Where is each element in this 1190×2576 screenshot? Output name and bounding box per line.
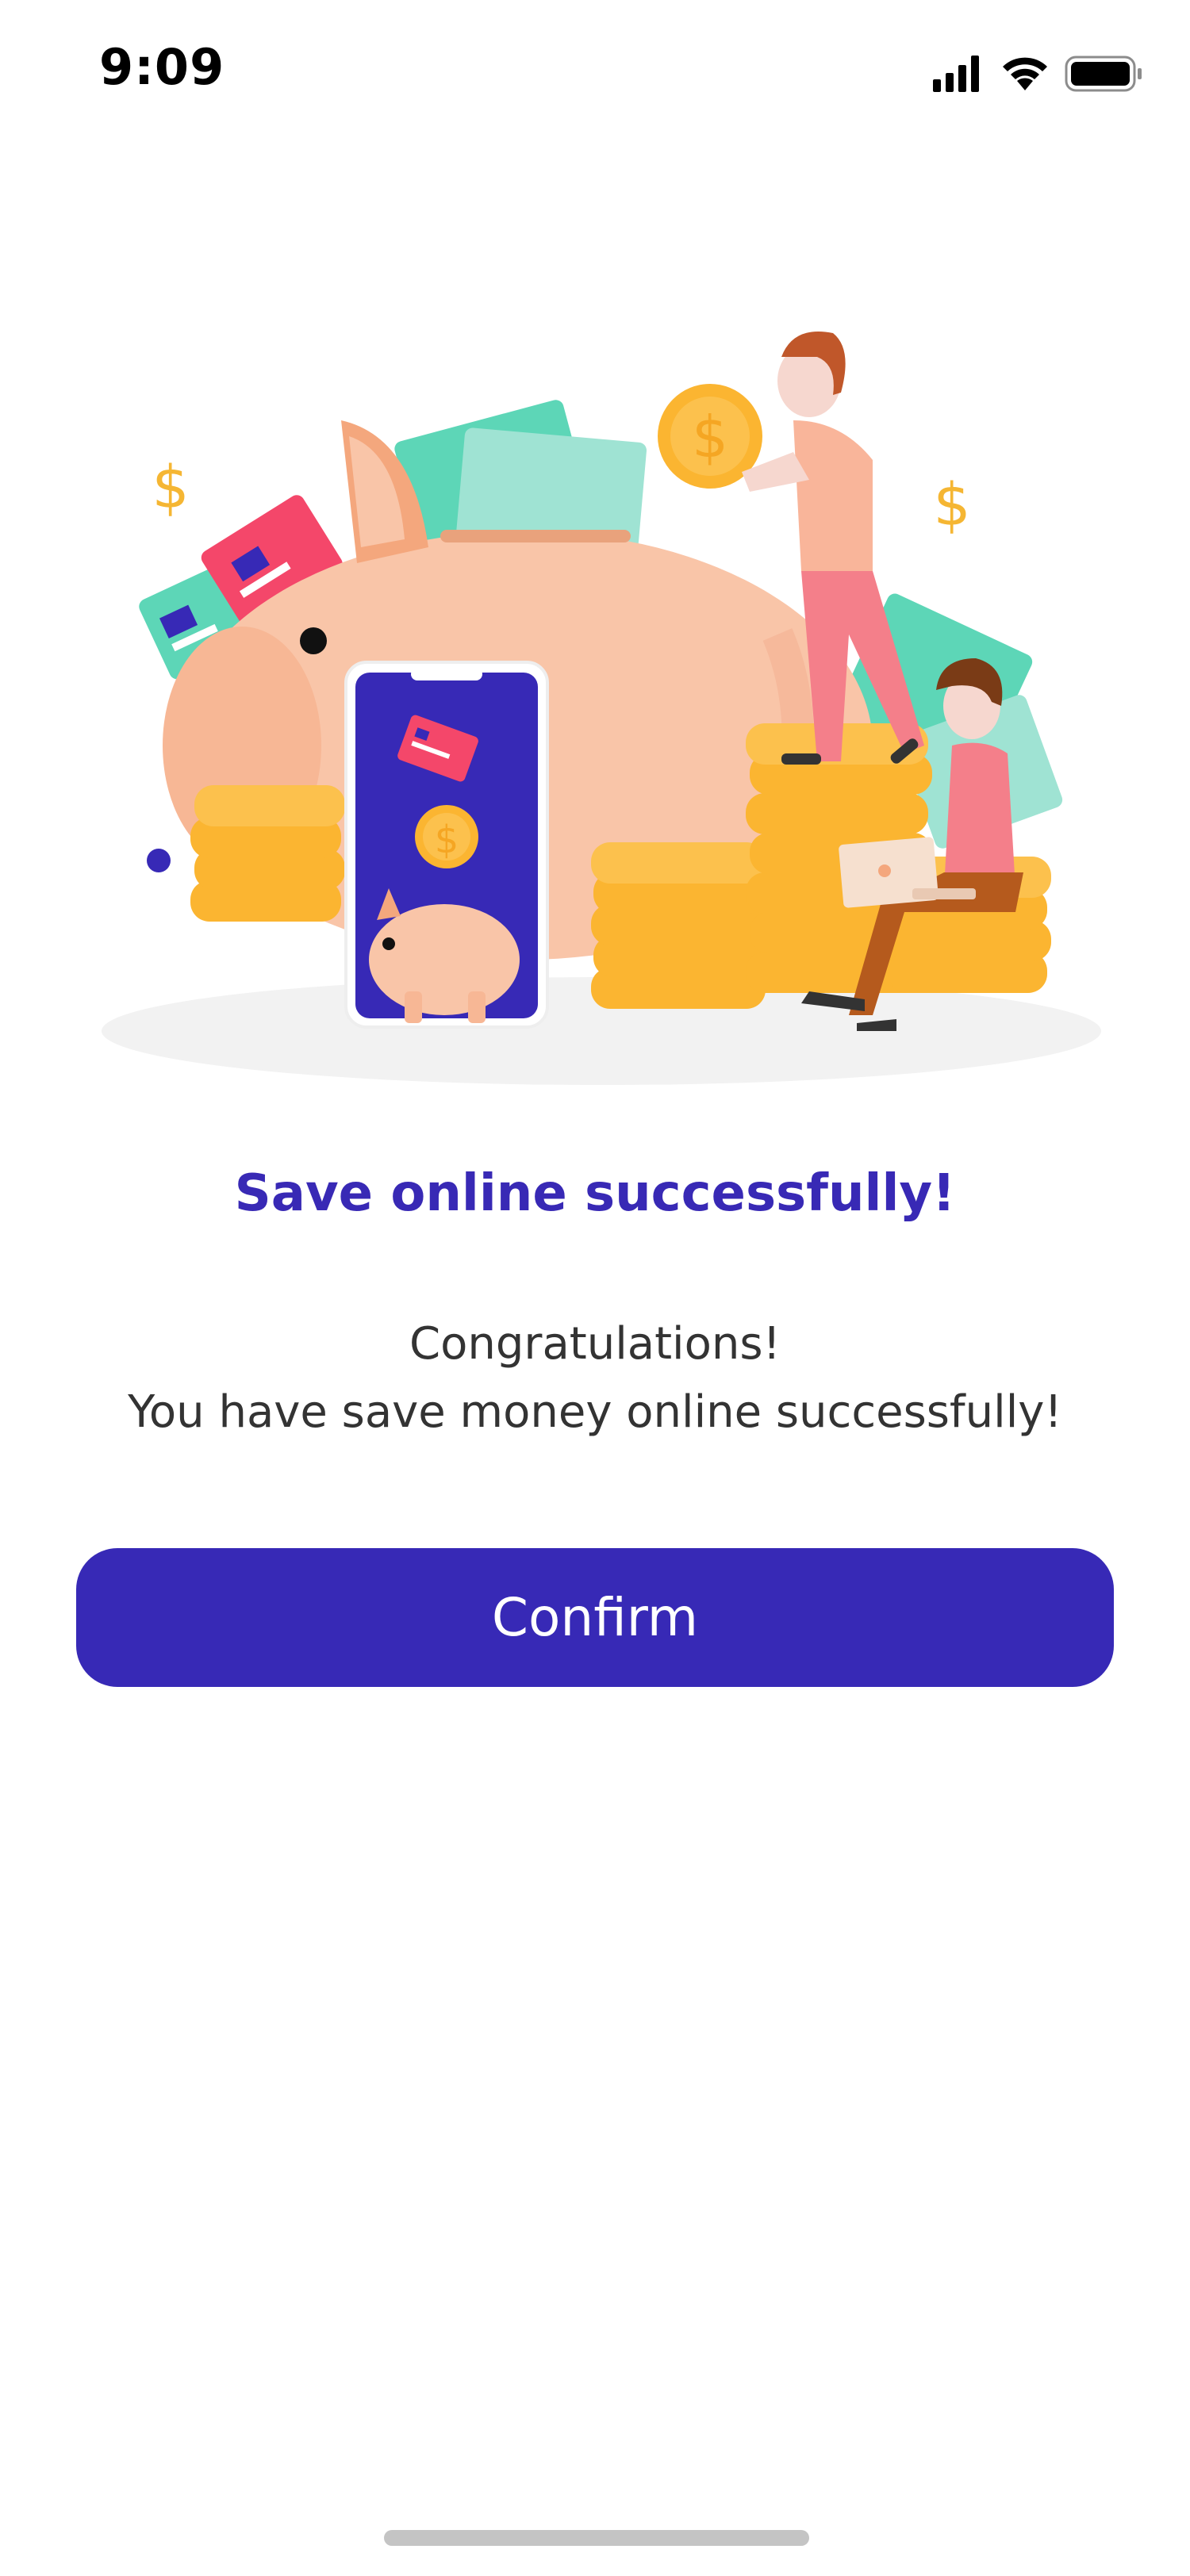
dollar-sign-right: $ <box>933 471 970 539</box>
coin-dollar: $ <box>692 404 728 470</box>
success-title: Save online successfully! <box>234 1164 956 1223</box>
piggy-bank-savings-illustration: $ $ $ $ <box>102 332 1101 1085</box>
dollar-sign-left: $ <box>152 454 189 522</box>
home-indicator[interactable] <box>384 2530 809 2546</box>
phone-coin-dollar: $ <box>435 818 459 862</box>
cellular-signal-icon <box>933 56 979 92</box>
status-bar: 9:09 <box>0 0 1190 143</box>
smartphone: $ <box>344 661 549 1029</box>
status-time: 9:09 <box>99 38 225 96</box>
decorative-dot <box>147 849 171 872</box>
confirm-button[interactable]: Confirm <box>76 1548 1114 1687</box>
success-message: Congratulations! You have save money onl… <box>0 1310 1190 1447</box>
coin-stack-middle <box>591 842 768 1009</box>
battery-icon <box>1065 56 1142 92</box>
message-line-detail: You have save money online successfully! <box>128 1386 1062 1438</box>
message-line-congratulations: Congratulations! <box>409 1318 781 1370</box>
wifi-icon <box>1003 57 1047 90</box>
coin-stack-left <box>190 785 345 922</box>
status-icons <box>933 56 1142 92</box>
